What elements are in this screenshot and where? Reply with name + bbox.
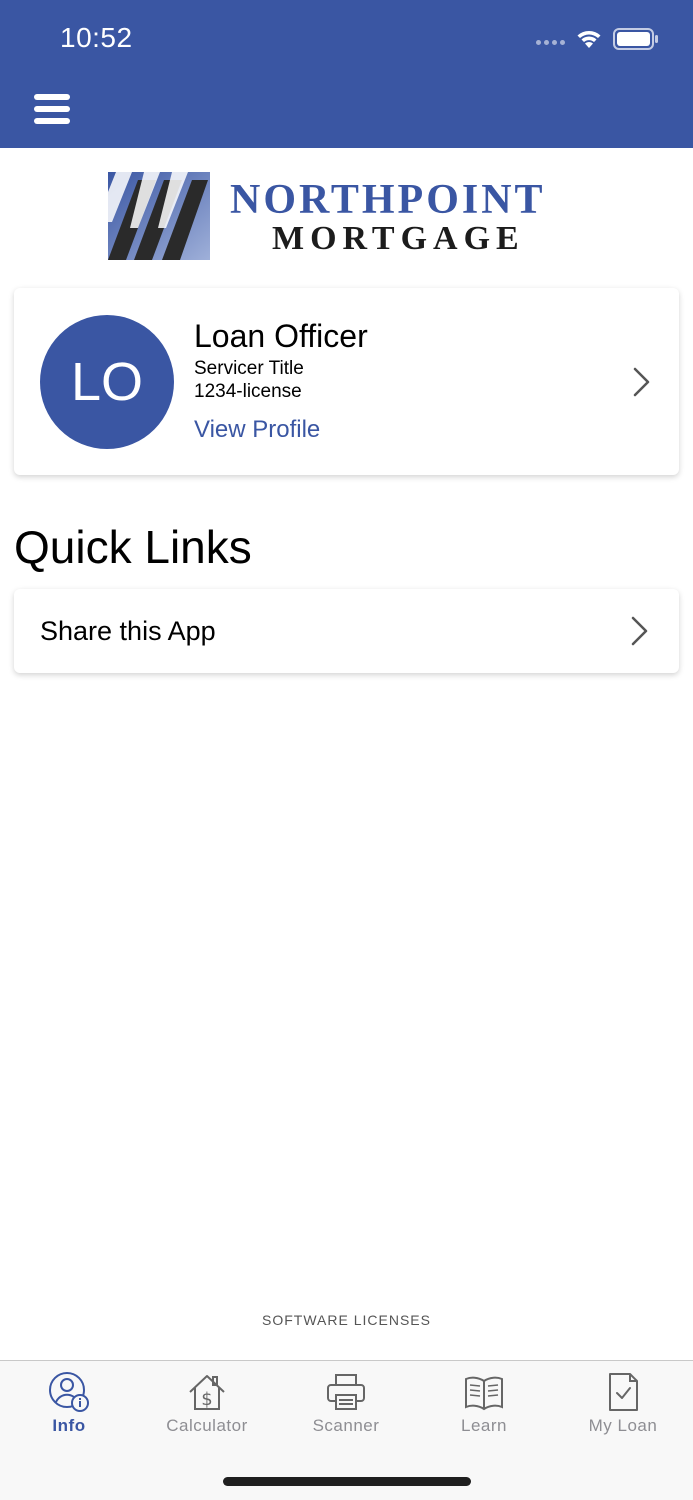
chevron-right-icon (631, 616, 648, 646)
tab-my-loan-label: My Loan (588, 1416, 658, 1435)
logo-text-northpoint: NORTHPOINT (230, 177, 546, 223)
tab-my-loan[interactable]: My Loan (554, 1371, 692, 1441)
officer-license: 1234-license (194, 381, 302, 402)
hamburger-menu-icon[interactable] (32, 92, 72, 126)
quick-links-heading: Quick Links (14, 521, 252, 573)
battery-icon (613, 28, 658, 50)
signal-icon (536, 29, 565, 49)
share-app-label: Share this App (40, 616, 216, 646)
status-icons (536, 24, 659, 54)
status-time: 10:52 (60, 22, 133, 53)
tab-calculator-label: Calculator (166, 1416, 248, 1435)
view-profile-link[interactable]: View Profile (194, 416, 320, 444)
app-header: 10:52 (0, 0, 693, 148)
northpoint-logo-mark (108, 172, 210, 260)
svg-text:$: $ (201, 1389, 212, 1410)
loan-officer-card[interactable]: LO Loan Officer Servicer Title 1234-lice… (14, 288, 679, 475)
user-info-icon (49, 1372, 89, 1412)
home-indicator (223, 1477, 471, 1486)
document-check-icon (609, 1373, 638, 1411)
tab-learn-label: Learn (461, 1416, 507, 1435)
officer-title: Servicer Title (194, 358, 304, 379)
tab-scanner[interactable]: Scanner (277, 1371, 415, 1441)
house-dollar-icon: $ (189, 1375, 225, 1410)
tab-info[interactable]: Info (0, 1371, 138, 1441)
open-book-icon (465, 1376, 503, 1411)
tab-calculator[interactable]: $ Calculator (138, 1371, 276, 1441)
logo-text-mortgage: MORTGAGE (272, 220, 525, 257)
printer-icon (327, 1374, 365, 1410)
avatar: LO (40, 315, 174, 449)
tab-scanner-label: Scanner (312, 1416, 380, 1435)
tab-info-label: Info (52, 1416, 86, 1435)
officer-name: Loan Officer (194, 318, 368, 354)
share-app-link[interactable]: Share this App (14, 589, 679, 673)
company-logo: NORTHPOINT MORTGAGE (108, 172, 588, 260)
wifi-icon (577, 31, 601, 48)
tab-learn[interactable]: Learn (415, 1371, 553, 1441)
chevron-right-icon (633, 367, 650, 397)
software-licenses-link[interactable]: SOFTWARE LICENSES (0, 1312, 693, 1328)
